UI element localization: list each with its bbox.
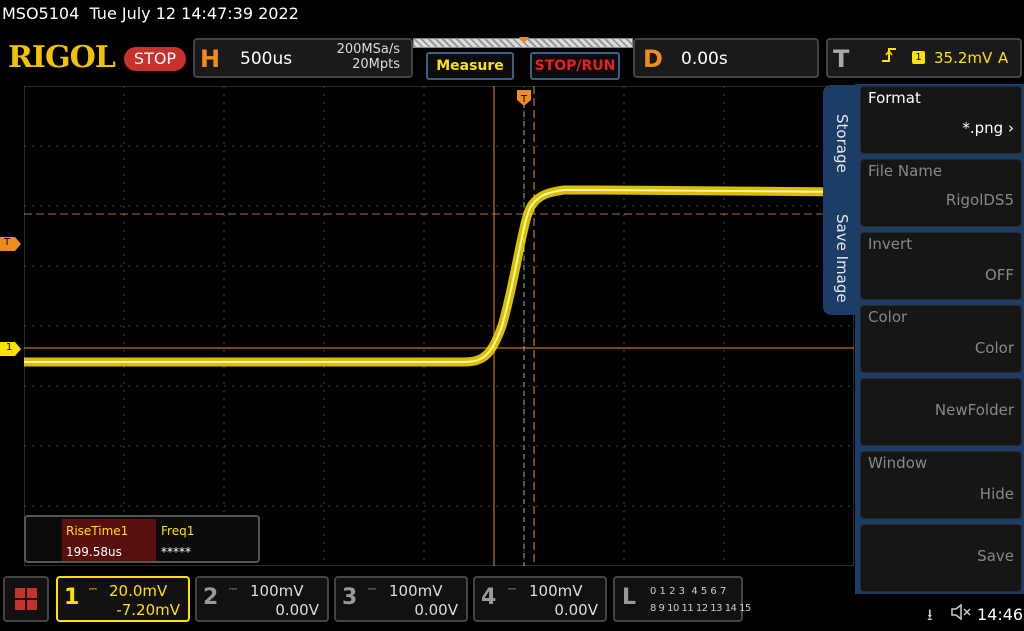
menu-item-invert-value: OFF <box>984 266 1014 284</box>
menu-item-format-title: Format <box>868 89 921 107</box>
delay-letter: D <box>643 45 663 73</box>
channel3-offset: 0.00V <box>414 601 458 619</box>
logic-letter: L <box>622 585 637 610</box>
channel1-offset-marker[interactable]: 1 <box>0 341 22 356</box>
waveform-display[interactable]: T <box>24 86 854 566</box>
trigger-letter: T <box>833 45 850 73</box>
measurement-value-risetime: 199.58us <box>66 545 122 559</box>
channel4-scale: 100mV <box>529 582 583 600</box>
trigger-level-marker-label: T <box>4 237 11 248</box>
menu-item-color-value: Color <box>974 339 1014 357</box>
channel3-scale: 100mV <box>389 582 443 600</box>
usb-icon: ⭳ <box>927 605 933 624</box>
measurement-label-freq: Freq1 <box>161 524 195 538</box>
dc-coupling-icon: ⎓ <box>229 584 237 595</box>
measurement-value-freq: ***** <box>161 545 191 559</box>
menu-item-save-value: Save <box>977 547 1014 565</box>
rising-edge-icon <box>880 46 898 68</box>
trigger-marker-text: T <box>520 94 528 105</box>
menu-item-file-name-value: RigolDS5 <box>945 191 1014 209</box>
sample-rate: 200MSa/s <box>336 42 400 57</box>
channel2-scale: 100mV <box>250 582 304 600</box>
chevron-right-icon: › <box>1003 119 1014 137</box>
trigger-mode: A <box>998 49 1009 67</box>
tab-storage[interactable]: Storage <box>833 114 851 173</box>
navigation-menu-button[interactable] <box>3 576 49 622</box>
channel4-offset: 0.00V <box>554 601 598 619</box>
menu-item-invert-title: Invert <box>868 235 913 253</box>
channel1-marker-label: 1 <box>6 342 13 353</box>
date-time: Tue July 12 14:47:39 2022 <box>89 4 299 23</box>
menu-item-color-title: Color <box>868 308 908 326</box>
trigger-level-marker[interactable]: T <box>0 236 22 251</box>
horizontal-letter: H <box>200 45 221 73</box>
dc-coupling-icon: ⎓ <box>368 584 376 595</box>
logic-channels-row1: 0 1 2 3 4 5 6 7 <box>650 586 727 597</box>
measure-button[interactable]: Measure <box>426 52 514 80</box>
trigger-level: 35.2mV <box>934 49 993 67</box>
menu-item-window-title: Window <box>868 454 928 472</box>
tab-save-image[interactable]: Save Image <box>833 214 851 303</box>
channel1-offset: -7.20mV <box>116 601 180 619</box>
channel1-scale: 20.0mV <box>109 582 168 600</box>
trigger-source-badge: 1 <box>912 51 925 64</box>
logic-channels-row2: 8 9 10 11 12 13 14 15 <box>650 603 751 614</box>
menu-item-window-value: Hide <box>979 485 1014 503</box>
dc-coupling-icon: ⎓ <box>508 584 516 595</box>
system-time: 14:46 <box>977 605 1024 624</box>
run-state-badge[interactable]: STOP <box>124 47 186 71</box>
status-line: MSO5104 Tue July 12 14:47:39 2022 <box>2 4 299 23</box>
channel2-number: 2 <box>203 585 219 610</box>
dc-coupling-icon: ⎓ <box>89 584 97 595</box>
acquisition-info: 200MSa/s 20Mpts <box>300 42 400 72</box>
stop-run-button[interactable]: STOP/RUN <box>530 52 620 80</box>
channel2-offset: 0.00V <box>275 601 319 619</box>
memory-position-marker-icon <box>519 37 529 44</box>
menu-item-new-folder-value: NewFolder <box>934 401 1014 419</box>
grid-menu-icon <box>15 588 37 610</box>
channel4-number: 4 <box>481 585 497 610</box>
menu-item-file-name-title: File Name <box>868 162 943 180</box>
rigol-logo: RIGOL <box>8 40 116 75</box>
delay-value: 0.00s <box>681 49 728 69</box>
menu-item-format-value: *.png › <box>962 119 1014 137</box>
channel3-number: 3 <box>342 585 358 610</box>
channel1-number: 1 <box>64 585 80 610</box>
speaker-muted-icon[interactable] <box>950 603 972 625</box>
memory-depth: 20Mpts <box>352 57 400 72</box>
model-name: MSO5104 <box>2 4 80 23</box>
timebase-value: 500us <box>240 49 293 69</box>
measurement-label-risetime: RiseTime1 <box>66 524 129 538</box>
